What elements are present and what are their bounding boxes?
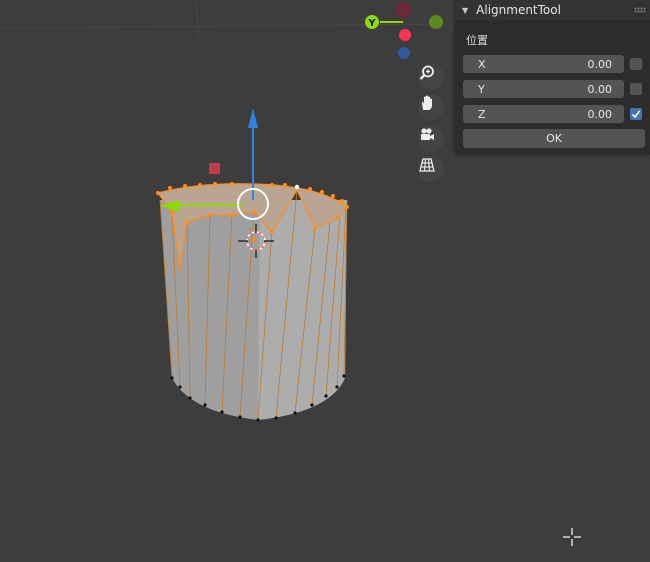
zoom-button[interactable] xyxy=(418,64,444,90)
y-field-label: Y xyxy=(478,82,485,96)
ok-button[interactable]: OK xyxy=(463,129,645,148)
collapse-triangle-icon[interactable]: ▼ xyxy=(462,6,468,15)
z-value-field[interactable]: Z 0.00 xyxy=(463,105,624,123)
perspective-grid-icon xyxy=(419,158,435,172)
y-axis-label: Y xyxy=(367,18,376,29)
y-field-value: 0.00 xyxy=(587,82,613,96)
z-field-value: 0.00 xyxy=(587,107,613,121)
panel-header[interactable]: ▼ AlignmentTool xyxy=(455,0,650,20)
panel-title: AlignmentTool xyxy=(476,3,561,17)
xz-plane-handle xyxy=(209,163,220,174)
hand-pan-icon xyxy=(422,95,432,110)
x-axis-handle xyxy=(399,29,411,41)
camera-view-button[interactable] xyxy=(418,126,444,152)
section-title: 位置 xyxy=(466,34,488,47)
perspective-toggle-button[interactable] xyxy=(418,156,444,182)
z-axis-arrow xyxy=(248,108,258,128)
drag-grip-icon[interactable] xyxy=(634,7,646,13)
z-negative-handle xyxy=(398,47,410,59)
pan-button[interactable] xyxy=(418,94,444,120)
x-value-field[interactable]: X 0.00 xyxy=(463,55,624,73)
camera-icon xyxy=(421,128,434,140)
z-checkbox[interactable] xyxy=(630,108,642,120)
floor-grid xyxy=(0,0,461,39)
y-value-field[interactable]: Y 0.00 xyxy=(463,80,624,98)
z-field-label: Z xyxy=(478,107,486,121)
y-checkbox[interactable] xyxy=(630,83,642,95)
zoom-icon xyxy=(419,65,434,80)
mouse-cursor xyxy=(563,528,581,546)
checkmark-icon xyxy=(631,110,641,119)
alignment-tool-panel: ▼ AlignmentTool 位置 X 0.00 Y 0.00 Z 0.00 … xyxy=(455,0,650,155)
x-checkbox[interactable] xyxy=(630,58,642,70)
active-vertex xyxy=(294,184,300,190)
y-negative-handle xyxy=(429,15,443,29)
x-field-value: 0.00 xyxy=(587,57,613,71)
cylinder-mesh[interactable] xyxy=(156,182,349,422)
navigation-gizmo[interactable]: Y xyxy=(365,2,443,59)
x-field-label: X xyxy=(478,57,486,71)
x-negative-handle xyxy=(395,2,411,18)
